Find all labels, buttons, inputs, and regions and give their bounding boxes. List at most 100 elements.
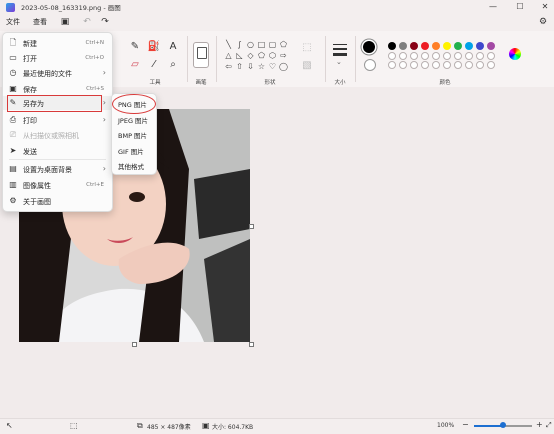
redo-icon[interactable]: ↷	[98, 15, 112, 29]
line-shape-icon[interactable]: ╲	[224, 40, 233, 49]
save-as-gif[interactable]: GIF 图片	[118, 146, 144, 156]
oval-shape-icon[interactable]: ○	[246, 40, 255, 49]
undo-icon[interactable]: ↶	[80, 15, 94, 29]
color-swatch[interactable]	[388, 61, 396, 69]
custom-color-swatch[interactable]	[388, 52, 396, 60]
menu-item-new[interactable]: 🗋 新建 Ctrl+N	[3, 36, 112, 50]
save-as-other[interactable]: 其他格式	[118, 161, 144, 171]
zoom-in-icon[interactable]: +	[536, 420, 543, 429]
minimize-button[interactable]: —	[480, 0, 506, 14]
resize-handle-corner[interactable]	[249, 342, 254, 347]
window-title: 2023-05-08_163319.png - 画图	[21, 4, 121, 12]
triangle-shape-icon[interactable]: △	[224, 51, 233, 60]
color-swatch[interactable]	[432, 61, 440, 69]
hexagon-shape-icon[interactable]: ⬡	[268, 51, 277, 60]
brush-icon	[197, 47, 207, 59]
color-swatch[interactable]	[454, 42, 462, 50]
save-as-bmp[interactable]: BMP 图片	[118, 130, 147, 140]
diamond-shape-icon[interactable]: ◇	[246, 51, 255, 60]
chevron-down-icon[interactable]: ⌄	[336, 58, 342, 66]
shapes-gallery[interactable]: ╲ ∫ ○ □ ▢ ⬠ △ ◺ ◇ ⬠ ⬡ ⇨ ⇦ ⇧ ⇩ ☆ ♡ ◯	[224, 40, 298, 74]
custom-color-swatch[interactable]	[432, 52, 440, 60]
edit-colors-icon[interactable]	[509, 48, 521, 60]
color-swatch[interactable]	[410, 42, 418, 50]
arrow-down-shape-icon[interactable]: ⇩	[246, 62, 255, 71]
color-swatch[interactable]	[399, 61, 407, 69]
primary-color-swatch[interactable]	[363, 41, 375, 53]
fill-icon[interactable]: ▧	[300, 59, 314, 73]
color-swatch[interactable]	[399, 42, 407, 50]
right-triangle-shape-icon[interactable]: ◺	[235, 51, 244, 60]
color-swatch[interactable]	[432, 42, 440, 50]
recent-icon: ◷	[9, 68, 17, 77]
menu-item-print[interactable]: ⎙ 打印 ›	[3, 113, 112, 127]
brushes-button[interactable]	[193, 42, 209, 68]
color-picker-icon[interactable]: ⁄	[147, 58, 161, 72]
menu-item-about[interactable]: ⚙ 关于画图	[3, 194, 112, 208]
pentagon-shape-icon[interactable]: ⬠	[257, 51, 266, 60]
arrow-up-shape-icon[interactable]: ⇧	[235, 62, 244, 71]
magnifier-icon[interactable]: ⌕	[166, 58, 180, 72]
secondary-color-swatch[interactable]	[364, 59, 376, 71]
scanner-icon: ⎚	[9, 130, 17, 139]
color-swatch[interactable]	[421, 42, 429, 50]
star-shape-icon[interactable]: ☆	[257, 62, 266, 71]
settings-icon[interactable]: ⚙	[536, 15, 550, 29]
save-as-jpeg[interactable]: JPEG 图片	[118, 115, 148, 125]
menu-item-set-desktop[interactable]: ▤ 设置为桌面背景 ›	[3, 162, 112, 176]
zoom-slider-fill	[474, 425, 503, 427]
rectangle-shape-icon[interactable]: □	[257, 40, 266, 49]
arrow-right-shape-icon[interactable]: ⇨	[279, 51, 288, 60]
close-button[interactable]: ✕	[532, 0, 554, 14]
view-menu-button[interactable]: 查看	[33, 17, 47, 27]
color-swatch[interactable]	[465, 42, 473, 50]
custom-color-swatch[interactable]	[487, 52, 495, 60]
fit-window-icon[interactable]: ⤢	[546, 421, 552, 430]
menu-item-save[interactable]: ▣ 保存 Ctrl+S	[3, 82, 112, 96]
pencil-icon[interactable]: ✎	[128, 40, 142, 54]
line-size-icon[interactable]	[333, 44, 347, 56]
rounded-rectangle-shape-icon[interactable]: ▢	[268, 40, 277, 49]
menu-item-open[interactable]: ▭ 打开 Ctrl+O	[3, 51, 112, 65]
color-swatch[interactable]	[487, 61, 495, 69]
resize-handle-right[interactable]	[249, 224, 254, 229]
color-swatch[interactable]	[410, 61, 418, 69]
zoom-slider[interactable]	[474, 422, 532, 428]
color-swatch[interactable]	[465, 61, 473, 69]
zoom-slider-thumb[interactable]	[500, 422, 506, 428]
menu-item-properties[interactable]: ▥ 图像属性 Ctrl+E	[3, 178, 112, 192]
custom-color-swatch[interactable]	[454, 52, 462, 60]
maximize-button[interactable]: ☐	[507, 0, 533, 14]
ribbon-divider	[187, 36, 188, 82]
heart-shape-icon[interactable]: ♡	[268, 62, 277, 71]
save-icon[interactable]: ▣	[58, 15, 72, 29]
color-swatch[interactable]	[476, 42, 484, 50]
custom-color-swatch[interactable]	[421, 52, 429, 60]
custom-color-swatch[interactable]	[399, 52, 407, 60]
polygon-shape-icon[interactable]: ⬠	[279, 40, 288, 49]
callout-shape-icon[interactable]: ◯	[279, 62, 288, 71]
custom-color-swatch[interactable]	[465, 52, 473, 60]
menu-item-recent[interactable]: ◷ 最近使用的文件 ›	[3, 66, 112, 80]
menu-item-send[interactable]: ➤ 发送	[3, 144, 112, 158]
custom-color-swatch[interactable]	[476, 52, 484, 60]
fill-bucket-icon[interactable]: ⛽	[147, 40, 161, 54]
outline-icon[interactable]: ⬚	[300, 41, 314, 55]
file-menu-button[interactable]: 文件	[6, 17, 20, 27]
color-swatch[interactable]	[421, 61, 429, 69]
color-swatch[interactable]	[443, 42, 451, 50]
text-icon[interactable]: A	[166, 40, 180, 54]
curve-shape-icon[interactable]: ∫	[235, 40, 244, 49]
eraser-icon[interactable]: ▱	[128, 58, 142, 72]
ribbon-divider	[325, 36, 326, 82]
color-swatch[interactable]	[487, 42, 495, 50]
custom-color-swatch[interactable]	[410, 52, 418, 60]
arrow-left-shape-icon[interactable]: ⇦	[224, 62, 233, 71]
color-swatch[interactable]	[443, 61, 451, 69]
custom-color-swatch[interactable]	[443, 52, 451, 60]
color-swatch[interactable]	[454, 61, 462, 69]
resize-handle-bottom[interactable]	[132, 342, 137, 347]
zoom-out-icon[interactable]: −	[462, 420, 469, 429]
color-swatch[interactable]	[388, 42, 396, 50]
color-swatch[interactable]	[476, 61, 484, 69]
